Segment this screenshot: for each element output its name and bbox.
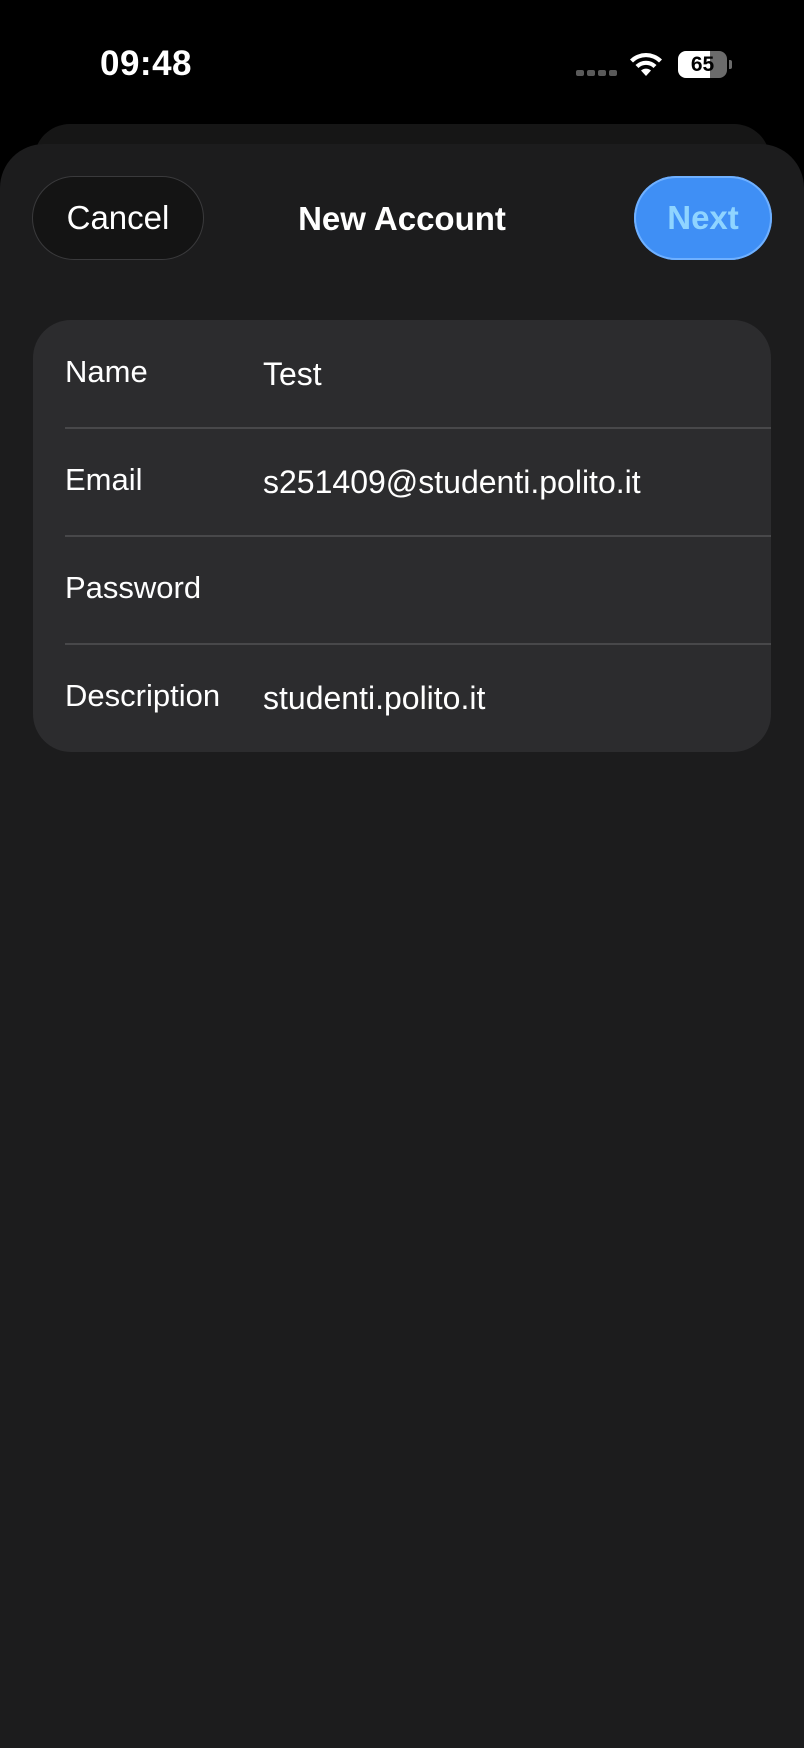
description-label: Description: [65, 678, 221, 713]
cellular-dots-icon: [576, 70, 617, 76]
navigation-bar: Cancel New Account Next: [0, 144, 804, 274]
wifi-icon: [630, 53, 662, 76]
password-field[interactable]: [263, 572, 753, 609]
form-row-description[interactable]: Description: [33, 644, 771, 752]
form-row-password[interactable]: Password: [33, 536, 771, 644]
battery-icon: 65: [678, 51, 732, 79]
name-label: Name: [65, 354, 148, 389]
account-form: Name Email Password Description: [33, 320, 771, 752]
page-title: New Account: [298, 200, 506, 237]
screen: 09:48 65 Cancel New Account Next Name Te…: [0, 0, 804, 1748]
status-time: 09:48: [100, 44, 193, 83]
email-field[interactable]: [263, 464, 753, 501]
cancel-button[interactable]: Cancel: [32, 176, 204, 260]
name-field[interactable]: [263, 356, 753, 393]
email-label: Email: [65, 462, 143, 497]
next-button[interactable]: Next: [634, 176, 772, 260]
password-label: Password: [65, 570, 202, 605]
status-bar: 09:48 65: [0, 0, 804, 120]
description-field[interactable]: [263, 680, 753, 717]
new-account-sheet: Cancel New Account Next Name Email Passw…: [0, 144, 804, 1748]
battery-level: 65: [690, 53, 715, 76]
form-row-name[interactable]: Name: [33, 320, 771, 428]
form-row-email[interactable]: Email: [33, 428, 771, 536]
